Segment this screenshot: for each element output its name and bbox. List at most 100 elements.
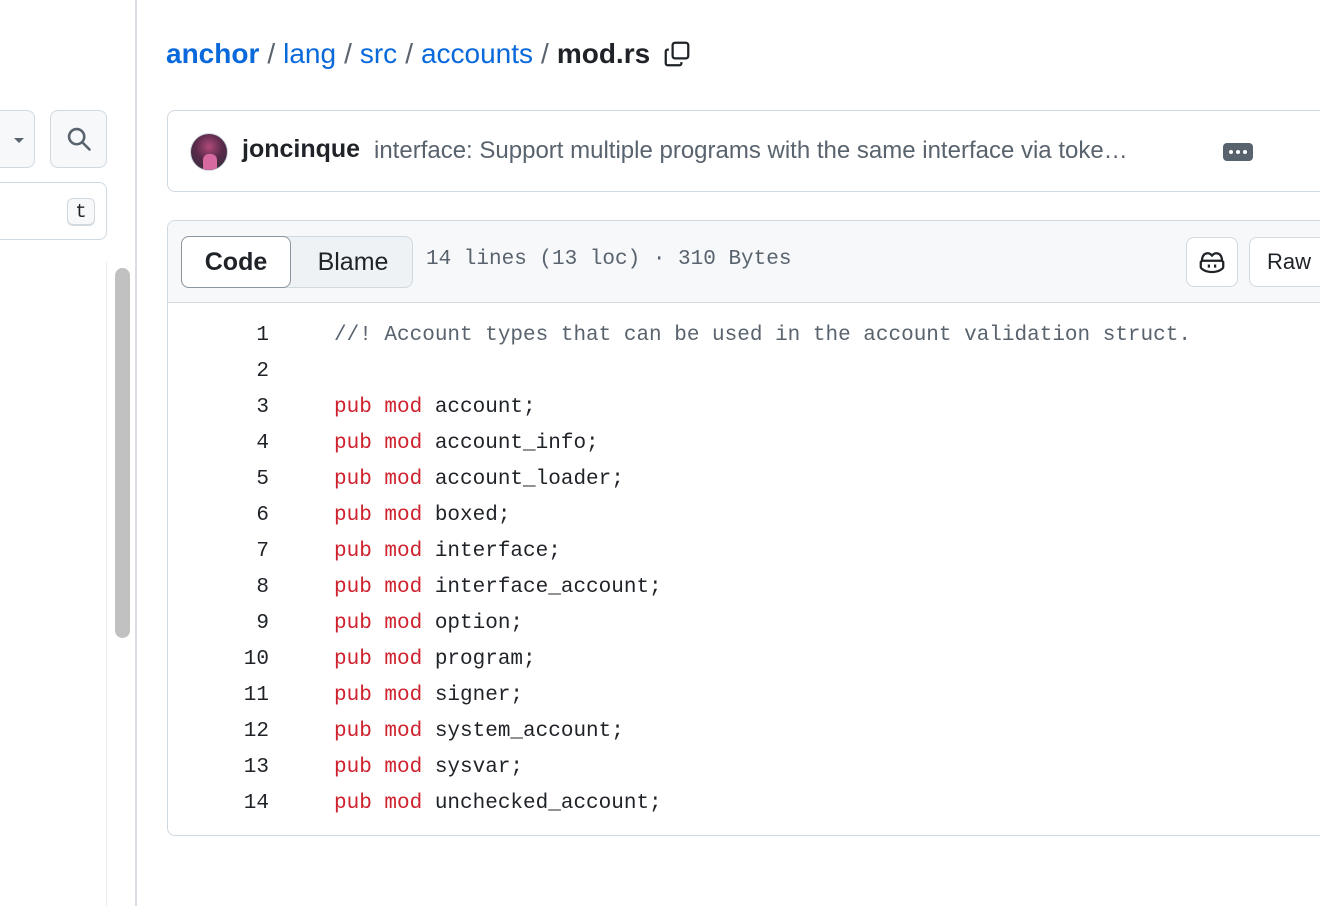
line-number[interactable]: 12 <box>168 714 269 750</box>
line-source: pub mod account_loader; <box>334 462 624 498</box>
breadcrumb-link-accounts[interactable]: accounts <box>421 38 533 70</box>
breadcrumb-separator: / <box>405 38 413 69</box>
line-number[interactable]: 8 <box>168 570 269 606</box>
line-number[interactable]: 1 <box>168 318 269 354</box>
code-line: 7 pub mod interface; <box>168 534 1320 570</box>
line-source: pub mod program; <box>334 642 536 678</box>
line-source: pub mod option; <box>334 606 523 642</box>
keyword-token: pub mod <box>334 720 423 743</box>
code-view[interactable]: 1 //! Account types that can be used in t… <box>168 318 1320 822</box>
keyword-token: pub mod <box>334 504 423 527</box>
breadcrumb: anchor / lang / src / accounts / mod.rs <box>166 34 692 74</box>
identifier-token: account; <box>422 396 536 419</box>
latest-commit-bar: joncinque interface: Support multiple pr… <box>167 110 1320 192</box>
line-number[interactable]: 6 <box>168 498 269 534</box>
keyword-token: pub mod <box>334 756 423 779</box>
code-line: 14 pub mod unchecked_account; <box>168 786 1320 822</box>
search-icon <box>67 127 91 151</box>
code-line: 11 pub mod signer; <box>168 678 1320 714</box>
identifier-token: account_loader; <box>422 468 624 491</box>
code-line: 12 pub mod system_account; <box>168 714 1320 750</box>
file-info: 14 lines (13 loc) · 310 Bytes <box>426 248 792 271</box>
line-number[interactable]: 3 <box>168 390 269 426</box>
keyword-token: pub mod <box>334 576 423 599</box>
line-source: pub mod signer; <box>334 678 523 714</box>
breadcrumb-repo-link[interactable]: anchor <box>166 38 259 70</box>
line-source: pub mod unchecked_account; <box>334 786 662 822</box>
commit-author-link[interactable]: joncinque <box>242 135 360 164</box>
keyword-token: pub mod <box>334 396 423 419</box>
go-to-file-input[interactable]: t <box>0 182 107 240</box>
scrollbar-thumb[interactable] <box>115 268 130 638</box>
raw-button[interactable]: Raw <box>1249 237 1320 287</box>
tab-blame[interactable]: Blame <box>292 236 414 288</box>
line-source: pub mod interface; <box>334 534 561 570</box>
keyboard-shortcut-badge: t <box>67 198 95 226</box>
file-tree-sidebar: t <box>0 0 137 906</box>
copilot-button[interactable] <box>1186 237 1238 287</box>
commit-message-link[interactable]: interface: Support multiple programs wit… <box>374 137 1202 165</box>
keyword-token: pub mod <box>334 684 423 707</box>
tab-code[interactable]: Code <box>181 236 291 288</box>
line-number[interactable]: 14 <box>168 786 269 822</box>
identifier-token: option; <box>422 612 524 635</box>
code-line: 8 pub mod interface_account; <box>168 570 1320 606</box>
line-source: //! Account types that can be used in th… <box>334 318 1191 354</box>
kebab-horizontal-icon <box>1243 150 1247 154</box>
line-number[interactable]: 4 <box>168 426 269 462</box>
keyword-token: pub mod <box>334 648 423 671</box>
branch-selector-button[interactable] <box>0 110 35 168</box>
identifier-token: unchecked_account; <box>422 792 662 815</box>
avatar[interactable] <box>190 133 228 171</box>
breadcrumb-current-file: mod.rs <box>556 38 651 69</box>
keyword-token: pub mod <box>334 612 423 635</box>
code-line: 10 pub mod program; <box>168 642 1320 678</box>
keyword-token: pub mod <box>334 432 423 455</box>
file-header: Code Blame 14 lines (13 loc) · 310 Bytes… <box>168 221 1320 303</box>
caret-down-icon <box>14 138 24 143</box>
identifier-token: signer; <box>422 684 524 707</box>
code-line: 3 pub mod account; <box>168 390 1320 426</box>
line-source: pub mod system_account; <box>334 714 624 750</box>
copy-path-button[interactable] <box>662 39 692 69</box>
code-line: 13 pub mod sysvar; <box>168 750 1320 786</box>
breadcrumb-link-src[interactable]: src <box>360 38 397 70</box>
identifier-token: program; <box>422 648 536 671</box>
keyword-token: pub mod <box>334 792 423 815</box>
line-source: pub mod sysvar; <box>334 750 523 786</box>
line-number[interactable]: 11 <box>168 678 269 714</box>
identifier-token: system_account; <box>422 720 624 743</box>
breadcrumb-separator: / <box>541 38 549 69</box>
search-button[interactable] <box>50 110 107 168</box>
code-line: 2 <box>168 354 1320 390</box>
copy-icon <box>664 41 690 67</box>
copilot-icon <box>1199 252 1225 274</box>
kebab-horizontal-icon <box>1236 150 1240 154</box>
line-source: pub mod boxed; <box>334 498 510 534</box>
breadcrumb-separator: / <box>267 38 276 69</box>
identifier-token: sysvar; <box>422 756 524 779</box>
code-line: 1 //! Account types that can be used in t… <box>168 318 1320 354</box>
line-source: pub mod account_info; <box>334 426 599 462</box>
comment-token: //! Account types that can be used in th… <box>334 324 1191 347</box>
line-source: pub mod interface_account; <box>334 570 662 606</box>
keyword-token: pub mod <box>334 540 423 563</box>
code-line: 9 pub mod option; <box>168 606 1320 642</box>
line-number[interactable]: 13 <box>168 750 269 786</box>
line-number[interactable]: 10 <box>168 642 269 678</box>
line-number[interactable]: 9 <box>168 606 269 642</box>
line-number[interactable]: 7 <box>168 534 269 570</box>
line-number[interactable]: 5 <box>168 462 269 498</box>
breadcrumb-link-lang[interactable]: lang <box>283 38 336 70</box>
file-viewer: Code Blame 14 lines (13 loc) · 310 Bytes… <box>167 220 1320 836</box>
identifier-token: interface_account; <box>422 576 662 599</box>
sidebar-scrollbar[interactable] <box>106 262 136 906</box>
breadcrumb-separator: / <box>344 38 352 69</box>
line-number[interactable]: 2 <box>168 354 269 390</box>
code-line: 6 pub mod boxed; <box>168 498 1320 534</box>
commit-expand-button[interactable] <box>1223 143 1253 161</box>
kebab-horizontal-icon <box>1229 150 1233 154</box>
identifier-token: boxed; <box>422 504 511 527</box>
identifier-token: account_info; <box>422 432 599 455</box>
code-line: 4 pub mod account_info; <box>168 426 1320 462</box>
